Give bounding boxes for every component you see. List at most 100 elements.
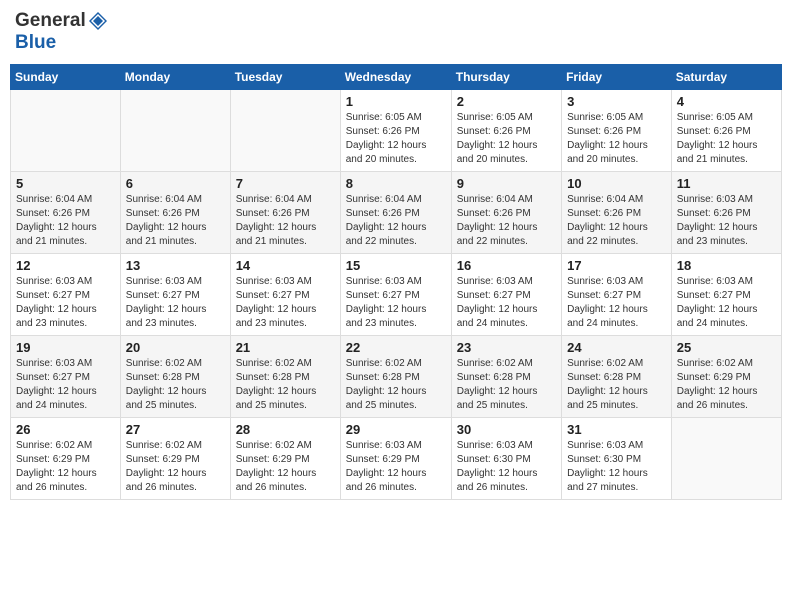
calendar-week-row: 12 Sunrise: 6:03 AM Sunset: 6:27 PM Dayli… xyxy=(11,254,782,336)
day-number: 12 xyxy=(16,258,115,273)
day-number: 19 xyxy=(16,340,115,355)
weekday-header-row: SundayMondayTuesdayWednesdayThursdayFrid… xyxy=(11,65,782,90)
calendar-table: SundayMondayTuesdayWednesdayThursdayFrid… xyxy=(10,64,782,500)
calendar-cell: 24 Sunrise: 6:02 AM Sunset: 6:28 PM Dayli… xyxy=(562,336,672,418)
calendar-cell: 11Sunrise: 6:03 AM Sunset: 6:26 PM Dayli… xyxy=(671,172,781,254)
day-number: 16 xyxy=(457,258,556,273)
day-info: Sunrise: 6:02 AM Sunset: 6:29 PM Dayligh… xyxy=(16,439,115,495)
day-number: 13 xyxy=(126,258,225,273)
calendar-cell: 21 Sunrise: 6:02 AM Sunset: 6:28 PM Dayli… xyxy=(230,336,340,418)
calendar-cell: 2 Sunrise: 6:05 AM Sunset: 6:26 PM Daylig… xyxy=(451,90,561,172)
day-info: Sunrise: 6:04 AM Sunset: 6:26 PM Dayligh… xyxy=(346,193,446,249)
day-number: 31 xyxy=(567,422,666,437)
logo-general-text: General xyxy=(15,10,86,32)
calendar-cell: 13 Sunrise: 6:03 AM Sunset: 6:27 PM Dayli… xyxy=(120,254,230,336)
logo: General Blue xyxy=(15,10,110,54)
day-number: 17 xyxy=(567,258,666,273)
day-number: 21 xyxy=(236,340,335,355)
calendar-cell: 19 Sunrise: 6:03 AM Sunset: 6:27 PM Dayli… xyxy=(11,336,121,418)
day-info: Sunrise: 6:03 AM Sunset: 6:27 PM Dayligh… xyxy=(16,275,115,331)
day-number: 9 xyxy=(457,176,556,191)
day-info: Sunrise: 6:02 AM Sunset: 6:29 PM Dayligh… xyxy=(236,439,335,495)
day-info: Sunrise: 6:02 AM Sunset: 6:28 PM Dayligh… xyxy=(567,357,666,413)
calendar-cell: 7 Sunrise: 6:04 AM Sunset: 6:26 PM Daylig… xyxy=(230,172,340,254)
calendar-cell: 6 Sunrise: 6:04 AM Sunset: 6:26 PM Daylig… xyxy=(120,172,230,254)
calendar-cell: 18 Sunrise: 6:03 AM Sunset: 6:27 PM Dayli… xyxy=(671,254,781,336)
calendar-cell: 3Sunrise: 6:05 AM Sunset: 6:26 PM Daylig… xyxy=(562,90,672,172)
calendar-cell: 27Sunrise: 6:02 AM Sunset: 6:29 PM Dayli… xyxy=(120,418,230,500)
day-number: 7 xyxy=(236,176,335,191)
day-number: 30 xyxy=(457,422,556,437)
weekday-header-wednesday: Wednesday xyxy=(340,65,451,90)
day-number: 27 xyxy=(126,422,225,437)
calendar-cell: 31 Sunrise: 6:03 AM Sunset: 6:30 PM Dayli… xyxy=(562,418,672,500)
day-info: Sunrise: 6:03 AM Sunset: 6:27 PM Dayligh… xyxy=(457,275,556,331)
day-number: 5 xyxy=(16,176,115,191)
day-number: 15 xyxy=(346,258,446,273)
logo-flag-icon xyxy=(87,10,109,32)
logo-blue-text: Blue xyxy=(15,32,56,53)
day-info: Sunrise: 6:02 AM Sunset: 6:28 PM Dayligh… xyxy=(126,357,225,413)
day-number: 2 xyxy=(457,94,556,109)
calendar-cell: 29Sunrise: 6:03 AM Sunset: 6:29 PM Dayli… xyxy=(340,418,451,500)
calendar-cell: 8 Sunrise: 6:04 AM Sunset: 6:26 PM Daylig… xyxy=(340,172,451,254)
day-number: 24 xyxy=(567,340,666,355)
day-number: 26 xyxy=(16,422,115,437)
calendar-cell: 23Sunrise: 6:02 AM Sunset: 6:28 PM Dayli… xyxy=(451,336,561,418)
day-info: Sunrise: 6:03 AM Sunset: 6:27 PM Dayligh… xyxy=(677,275,776,331)
day-info: Sunrise: 6:03 AM Sunset: 6:30 PM Dayligh… xyxy=(567,439,666,495)
day-info: Sunrise: 6:05 AM Sunset: 6:26 PM Dayligh… xyxy=(567,111,666,167)
calendar-cell: 17 Sunrise: 6:03 AM Sunset: 6:27 PM Dayli… xyxy=(562,254,672,336)
day-number: 10 xyxy=(567,176,666,191)
calendar-week-row: 19 Sunrise: 6:03 AM Sunset: 6:27 PM Dayli… xyxy=(11,336,782,418)
day-info: Sunrise: 6:03 AM Sunset: 6:27 PM Dayligh… xyxy=(236,275,335,331)
calendar-cell xyxy=(230,90,340,172)
day-number: 14 xyxy=(236,258,335,273)
day-info: Sunrise: 6:04 AM Sunset: 6:26 PM Dayligh… xyxy=(16,193,115,249)
day-info: Sunrise: 6:03 AM Sunset: 6:27 PM Dayligh… xyxy=(16,357,115,413)
day-info: Sunrise: 6:03 AM Sunset: 6:27 PM Dayligh… xyxy=(346,275,446,331)
day-info: Sunrise: 6:04 AM Sunset: 6:26 PM Dayligh… xyxy=(126,193,225,249)
day-number: 18 xyxy=(677,258,776,273)
day-info: Sunrise: 6:03 AM Sunset: 6:27 PM Dayligh… xyxy=(126,275,225,331)
day-info: Sunrise: 6:03 AM Sunset: 6:29 PM Dayligh… xyxy=(346,439,446,495)
calendar-cell xyxy=(11,90,121,172)
weekday-header-monday: Monday xyxy=(120,65,230,90)
day-number: 25 xyxy=(677,340,776,355)
day-number: 6 xyxy=(126,176,225,191)
day-info: Sunrise: 6:02 AM Sunset: 6:29 PM Dayligh… xyxy=(677,357,776,413)
day-info: Sunrise: 6:04 AM Sunset: 6:26 PM Dayligh… xyxy=(457,193,556,249)
day-number: 22 xyxy=(346,340,446,355)
weekday-header-tuesday: Tuesday xyxy=(230,65,340,90)
day-info: Sunrise: 6:02 AM Sunset: 6:28 PM Dayligh… xyxy=(457,357,556,413)
calendar-cell: 28 Sunrise: 6:02 AM Sunset: 6:29 PM Dayli… xyxy=(230,418,340,500)
day-number: 4 xyxy=(677,94,776,109)
calendar-cell: 30 Sunrise: 6:03 AM Sunset: 6:30 PM Dayli… xyxy=(451,418,561,500)
day-info: Sunrise: 6:03 AM Sunset: 6:30 PM Dayligh… xyxy=(457,439,556,495)
day-number: 20 xyxy=(126,340,225,355)
calendar-cell: 4 Sunrise: 6:05 AM Sunset: 6:26 PM Daylig… xyxy=(671,90,781,172)
day-number: 28 xyxy=(236,422,335,437)
calendar-cell: 20 Sunrise: 6:02 AM Sunset: 6:28 PM Dayli… xyxy=(120,336,230,418)
calendar-cell: 5 Sunrise: 6:04 AM Sunset: 6:26 PM Daylig… xyxy=(11,172,121,254)
day-info: Sunrise: 6:02 AM Sunset: 6:28 PM Dayligh… xyxy=(236,357,335,413)
calendar-cell: 22 Sunrise: 6:02 AM Sunset: 6:28 PM Dayli… xyxy=(340,336,451,418)
day-info: Sunrise: 6:05 AM Sunset: 6:26 PM Dayligh… xyxy=(457,111,556,167)
day-info: Sunrise: 6:02 AM Sunset: 6:28 PM Dayligh… xyxy=(346,357,446,413)
calendar-cell: 9 Sunrise: 6:04 AM Sunset: 6:26 PM Daylig… xyxy=(451,172,561,254)
calendar-cell xyxy=(120,90,230,172)
calendar-cell: 10Sunrise: 6:04 AM Sunset: 6:26 PM Dayli… xyxy=(562,172,672,254)
day-number: 8 xyxy=(346,176,446,191)
day-number: 11 xyxy=(677,176,776,191)
calendar-week-row: 26 Sunrise: 6:02 AM Sunset: 6:29 PM Dayli… xyxy=(11,418,782,500)
weekday-header-thursday: Thursday xyxy=(451,65,561,90)
calendar-cell: 1 Sunrise: 6:05 AM Sunset: 6:26 PM Daylig… xyxy=(340,90,451,172)
day-info: Sunrise: 6:03 AM Sunset: 6:27 PM Dayligh… xyxy=(567,275,666,331)
calendar-cell xyxy=(671,418,781,500)
day-info: Sunrise: 6:05 AM Sunset: 6:26 PM Dayligh… xyxy=(677,111,776,167)
calendar-cell: 15 Sunrise: 6:03 AM Sunset: 6:27 PM Dayli… xyxy=(340,254,451,336)
calendar-cell: 25 Sunrise: 6:02 AM Sunset: 6:29 PM Dayli… xyxy=(671,336,781,418)
day-info: Sunrise: 6:05 AM Sunset: 6:26 PM Dayligh… xyxy=(346,111,446,167)
day-number: 1 xyxy=(346,94,446,109)
day-info: Sunrise: 6:04 AM Sunset: 6:26 PM Dayligh… xyxy=(236,193,335,249)
